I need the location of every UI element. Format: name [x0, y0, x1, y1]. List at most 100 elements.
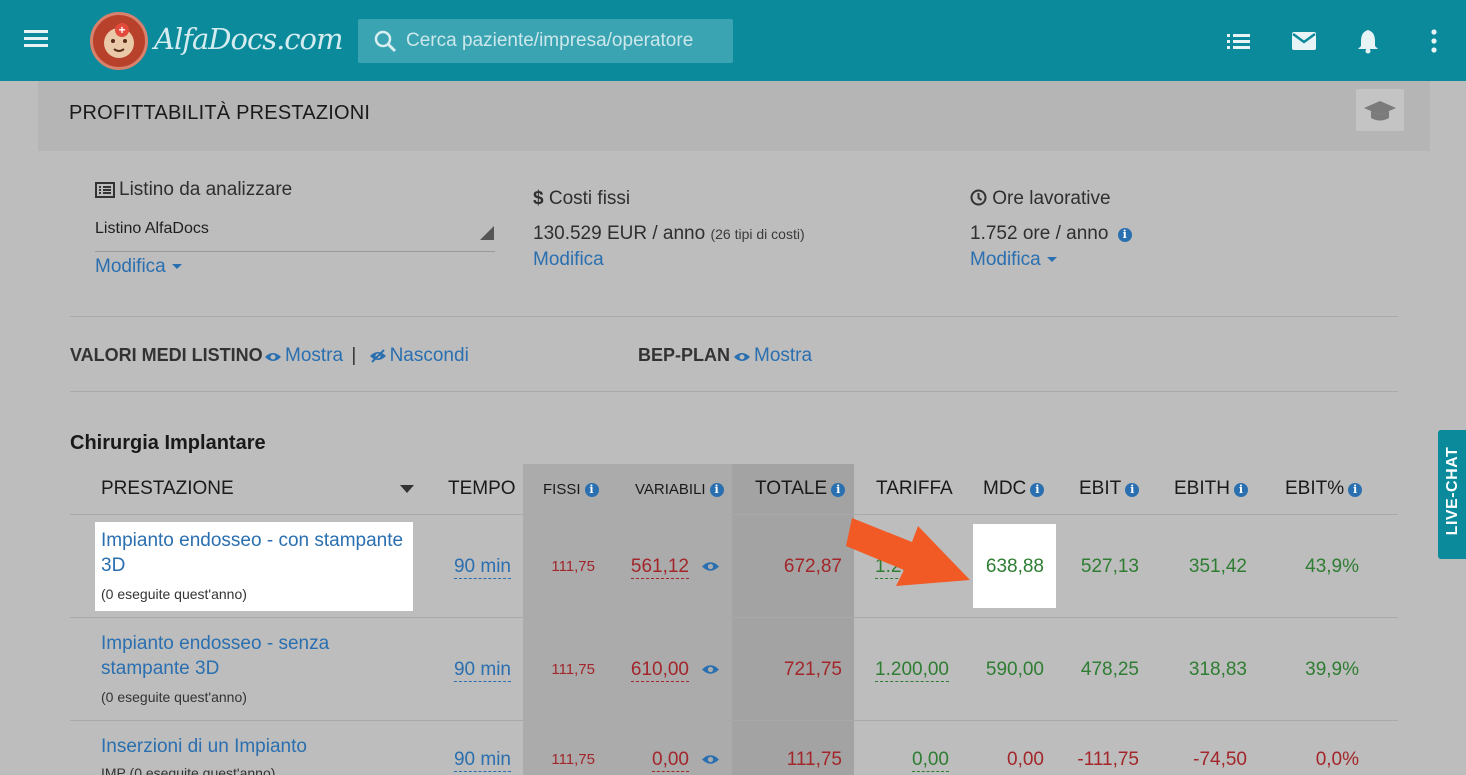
mail-icon[interactable]: [1291, 28, 1317, 54]
totale-column-shade: [732, 464, 854, 775]
header-ebit-label: EBIT: [1079, 478, 1122, 499]
header-mdc: MDC i: [983, 478, 1045, 500]
menu-icon[interactable]: [24, 30, 48, 50]
info-icon[interactable]: i: [1125, 483, 1140, 497]
sort-caret-icon[interactable]: [400, 485, 414, 493]
logo-text: AlfaDocs.com: [154, 22, 343, 56]
costi-fissi-label: Costi fissi: [548, 188, 631, 209]
eye-icon[interactable]: [701, 560, 720, 573]
bell-icon[interactable]: [1355, 28, 1381, 54]
info-icon[interactable]: i: [1030, 483, 1045, 497]
info-icon[interactable]: i: [1117, 228, 1132, 242]
row-fissi: 111,75: [551, 558, 595, 575]
row-sub: (0 eseguite quest'anno): [101, 586, 247, 602]
header-ebith: EBITH i: [1174, 478, 1248, 500]
tutorial-button[interactable]: [1356, 89, 1404, 131]
list-icon[interactable]: [1226, 28, 1252, 54]
costi-fissi-note: (26 tipi di costi): [710, 226, 805, 242]
bep-plan-mostra-link[interactable]: Mostra: [729, 345, 812, 367]
row-name-line1: Impianto endosseo - con stampante: [101, 530, 404, 551]
search-icon: [374, 30, 397, 53]
row-variabili[interactable]: 0,00: [621, 749, 689, 772]
row-tempo[interactable]: 90 min: [451, 556, 511, 579]
row-variabili[interactable]: 561,12: [621, 556, 689, 579]
listino-label: Listino da analizzare: [119, 179, 293, 200]
bep-plan-mostra-label: Mostra: [754, 345, 813, 366]
row-ebith: -74,50: [1193, 749, 1247, 770]
search-input[interactable]: [406, 19, 726, 63]
lion-logo-icon: +: [90, 12, 148, 70]
info-icon[interactable]: i: [1233, 483, 1248, 497]
valori-medi-mostra-link[interactable]: Mostra: [285, 345, 343, 366]
table-row-name-link[interactable]: Impianto endosseo - con stampante 3D: [101, 528, 403, 578]
row-ebit: -111,75: [1077, 749, 1139, 770]
header-fissi-label: FISSI: [543, 481, 581, 498]
row-variabili[interactable]: 610,00: [621, 659, 689, 682]
caret-down-icon: [171, 264, 182, 270]
ore-label: Ore lavorative: [992, 188, 1111, 209]
costi-fissi-value: 130.529 EUR / anno: [533, 223, 706, 244]
row-ebit: 478,25: [1080, 659, 1139, 680]
row-totale: 721,75: [783, 659, 842, 680]
row-ebit-pct: 39,9%: [1305, 659, 1359, 680]
graduation-cap-icon: [1364, 101, 1396, 121]
ore-modifica-dropdown[interactable]: Modifica: [970, 249, 1057, 271]
section-title: Chirurgia Implantare: [70, 432, 266, 454]
eye-icon[interactable]: [701, 663, 720, 676]
header-ebith-label: EBITH: [1174, 478, 1230, 499]
header-ebit-pct: EBIT% i: [1285, 478, 1363, 500]
row-name-line2: stampante 3D: [101, 658, 220, 679]
ore-value-row: 1.752 ore / anno i: [970, 223, 1132, 245]
eye-icon[interactable]: [701, 753, 720, 766]
row-ebit-pct: 43,9%: [1305, 556, 1359, 577]
row-ebith: 351,42: [1188, 556, 1247, 577]
row-tempo[interactable]: 90 min: [451, 659, 511, 682]
listino-select[interactable]: Listino AlfaDocs: [95, 220, 209, 238]
info-icon[interactable]: i: [709, 483, 724, 497]
row-totale: 111,75: [786, 749, 842, 770]
bep-plan-label: BEP-PLAN: [638, 345, 731, 365]
row-mdc: 0,00: [1007, 749, 1044, 770]
row-sub: IMP (0 eseguite quest'anno): [101, 765, 276, 775]
live-chat-label: LIVE-CHAT: [1444, 446, 1461, 536]
listino-modifica-dropdown[interactable]: Modifica: [95, 256, 182, 278]
header-ebit-pct-label: EBIT%: [1285, 478, 1345, 499]
valori-medi-nascondi-link[interactable]: Nascondi: [390, 345, 469, 366]
logo[interactable]: + AlfaDocs.com: [90, 10, 343, 72]
info-icon[interactable]: i: [584, 483, 599, 497]
header-totale: TOTALE i: [755, 478, 846, 500]
row-tariffa[interactable]: 1.200,00: [864, 659, 949, 682]
costi-columns-shade: [523, 464, 732, 775]
header-prestazione[interactable]: PRESTAZIONE: [101, 478, 234, 500]
info-icon[interactable]: i: [1348, 483, 1363, 497]
row-tempo-value: 90 min: [453, 749, 511, 772]
costi-fissi-modifica-link[interactable]: Modifica: [533, 249, 604, 271]
table-row-name-link[interactable]: Inserzioni di un Impianto: [101, 734, 307, 759]
select-underline: [95, 251, 495, 252]
eye-icon: [265, 353, 281, 361]
row-variabili-value: 610,00: [630, 659, 689, 682]
live-chat-tab[interactable]: LIVE-CHAT: [1438, 430, 1466, 559]
row-tempo[interactable]: 90 min: [451, 749, 511, 772]
list-alt-icon: [95, 182, 115, 198]
table-row-name-link[interactable]: Impianto endosseo - senza stampante 3D: [101, 631, 329, 681]
search-box[interactable]: [358, 19, 733, 63]
costi-fissi-heading: $ Costi fissi: [533, 188, 630, 210]
ore-heading: Ore lavorative: [970, 188, 1111, 210]
divider: [70, 391, 1398, 392]
header-mdc-label: MDC: [983, 478, 1027, 499]
eye-icon: [734, 353, 750, 361]
row-tariffa[interactable]: 0,00: [864, 749, 949, 772]
row-name-line2: 3D: [101, 555, 126, 576]
row-sub: (0 eseguite quest'anno): [101, 689, 247, 705]
row-divider: [70, 514, 1398, 515]
header-totale-label: TOTALE: [755, 478, 828, 499]
row-divider: [70, 617, 1398, 618]
main-panel: PROFITTABILITÀ PRESTAZIONI Listino da an…: [38, 81, 1430, 775]
more-vert-icon[interactable]: [1421, 28, 1447, 54]
row-totale: 672,87: [783, 556, 842, 577]
row-fissi: 111,75: [551, 661, 595, 678]
valori-medi-row: VALORI MEDI LISTINO: [70, 345, 263, 366]
row-mdc: 638,88: [985, 556, 1044, 577]
info-icon[interactable]: i: [831, 483, 846, 497]
